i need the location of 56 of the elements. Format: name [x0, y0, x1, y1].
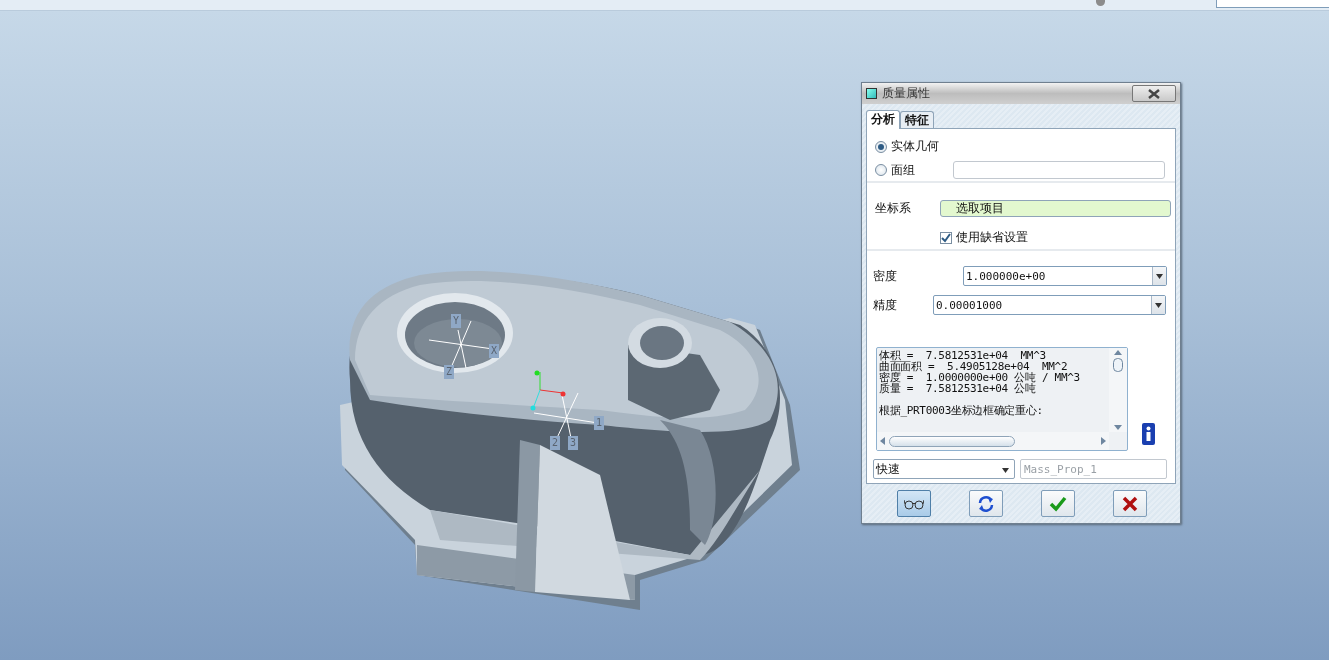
repeat-button[interactable] — [969, 490, 1003, 517]
info-icon[interactable] — [1142, 423, 1155, 445]
scrollbar-thumb[interactable] — [1113, 358, 1123, 372]
scroll-up-icon[interactable] — [1114, 350, 1122, 355]
result-line: 体积 = 7.5812531e+04 MM^3 — [879, 350, 1047, 361]
scroll-right-icon[interactable] — [1101, 437, 1106, 445]
feature-name-field[interactable]: Mass_Prop_1 — [1020, 459, 1167, 479]
mode-dropdown[interactable]: 快速 — [873, 459, 1015, 479]
window-icon — [866, 88, 877, 99]
result-line: 质量 = 7.5812531e+04 公吨 — [879, 383, 1037, 394]
radio-button[interactable] — [875, 164, 887, 176]
tab[interactable]: 分析 — [866, 110, 900, 129]
quilt-field[interactable] — [953, 161, 1165, 179]
caret-icon — [1156, 273, 1163, 279]
result-line: 根据_PRT0003坐标边框确定重心: — [879, 405, 1044, 416]
horizontal-scrollbar[interactable] — [877, 432, 1109, 450]
checkbox-label: 使用缺省设置 — [956, 229, 1028, 247]
coordinate-system-label: 坐标系 — [875, 200, 912, 217]
result-line: 曲面面积 = 5.4905128e+04 MM^2 — [879, 361, 1069, 372]
tab[interactable]: 特征 — [900, 111, 934, 128]
caret-icon — [1002, 467, 1009, 473]
accuracy-dropdown[interactable]: 0.00001000 — [933, 295, 1166, 315]
ok-button[interactable] — [1041, 490, 1075, 517]
preview-button[interactable] — [897, 490, 931, 517]
axis-label: 1 — [594, 416, 604, 430]
axis-label: Z — [444, 365, 454, 379]
close-button[interactable] — [1132, 85, 1176, 102]
scroll-down-icon[interactable] — [1114, 425, 1122, 430]
density-dropdown[interactable]: 1.000000e+00 — [963, 266, 1167, 286]
results-text-area[interactable]: 体积 = 7.5812531e+04 MM^3 曲面面积 = 5.4905128e+04 MM^2 密度 = 1.0000000e+00 公吨 / MM^3 质量 = 7.5812531e+04 公吨 根据_PRT0003坐标边框确定重心: — [876, 347, 1128, 451]
scrollbar-thumb[interactable] — [889, 435, 1015, 447]
close-icon — [1147, 88, 1161, 99]
cancel-button[interactable] — [1113, 490, 1147, 517]
caret-icon — [1155, 302, 1162, 308]
window-title: 质量属性 — [882, 85, 931, 102]
radio-button[interactable] — [875, 140, 887, 153]
vertical-scrollbar[interactable] — [1109, 348, 1127, 432]
axis-label: 2 — [550, 436, 560, 450]
result-line: 密度 = 1.0000000e+00 公吨 / MM^3 — [879, 372, 1081, 383]
checkbox[interactable] — [940, 231, 952, 244]
radio-label: 面组 — [891, 161, 915, 179]
refresh-icon — [977, 494, 995, 513]
coordinate-system-icon — [530, 370, 566, 411]
axis-label: X — [489, 344, 499, 358]
toolbar-icon[interactable] — [1096, 0, 1105, 6]
radio-label: 实体几何 — [891, 138, 939, 155]
input-field[interactable] — [1216, 0, 1329, 8]
checkmark-icon — [1049, 495, 1067, 512]
accuracy-label: 精度 — [873, 296, 898, 314]
selection-collector[interactable]: 选取项目 — [940, 200, 1171, 217]
axis-label: Y — [451, 314, 461, 328]
axis-label: 3 — [568, 436, 578, 450]
scroll-left-icon[interactable] — [880, 437, 885, 445]
glasses-icon — [904, 497, 924, 510]
density-label: 密度 — [873, 267, 898, 285]
close-icon — [1122, 495, 1138, 512]
